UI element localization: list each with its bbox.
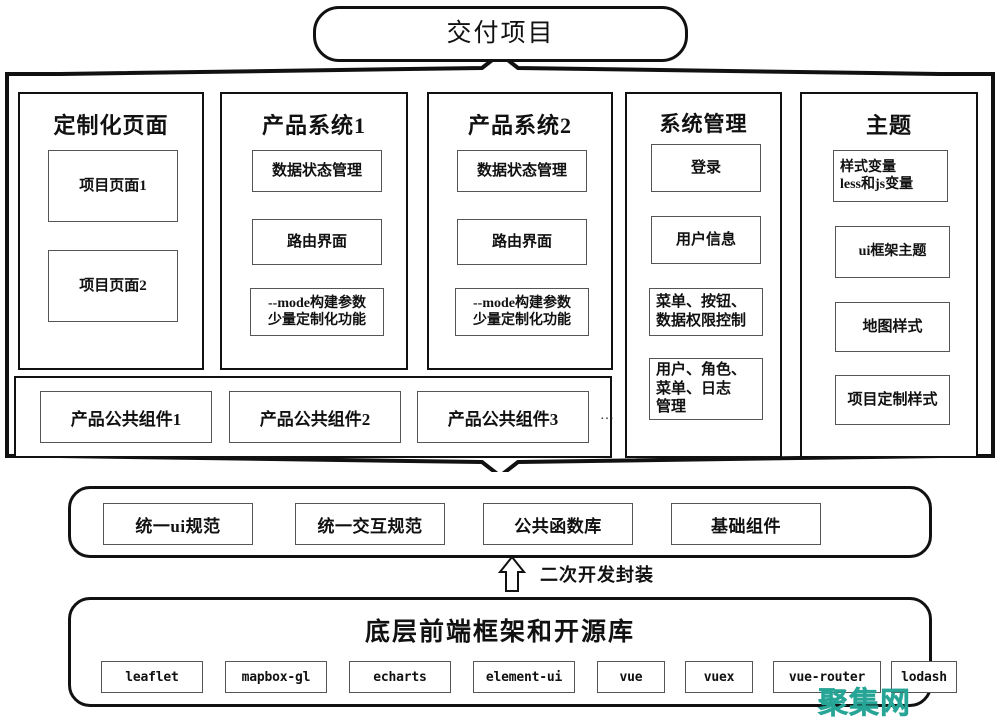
cell-router-view-1: 路由界面 [252, 219, 382, 265]
column-custom-pages: 定制化页面 项目页面1 项目页面2 [18, 92, 204, 370]
column-product-system-2: 产品系统2 数据状态管理 路由界面 --mode构建参数 少量定制化功能 [427, 92, 613, 370]
cell-login: 登录 [651, 144, 761, 192]
column-product-system-1: 产品系统1 数据状态管理 路由界面 --mode构建参数 少量定制化功能 [220, 92, 408, 370]
arrow-up-icon [497, 555, 527, 592]
shared-component-1: 产品公共组件1 [40, 391, 212, 443]
column-theme: 主题 样式变量 less和js变量 ui框架主题 地图样式 项目定制样式 [800, 92, 978, 458]
cell-style-variables: 样式变量 less和js变量 [833, 150, 948, 202]
shared-components-strip: 产品公共组件1 产品公共组件2 产品公共组件3 … [14, 376, 615, 458]
cell-mode-build-params-2: --mode构建参数 少量定制化功能 [455, 288, 589, 336]
library-vue: vue [597, 661, 665, 693]
bottom-layer-box: 底层前端框架和开源库 leaflet mapbox-gl echarts ele… [68, 597, 957, 707]
secondary-development-label: 二次开发封装 [540, 565, 654, 585]
library-element-ui: element-ui [473, 661, 575, 693]
cell-data-state-management-1: 数据状态管理 [252, 150, 382, 192]
architecture-diagram: 交付项目 定制化页面 项目页面1 项目页面2 产品系统1 数据状态管理 路由界面… [0, 0, 1000, 722]
library-leaflet: leaflet [101, 661, 203, 693]
cell-user-role-menu-log: 用户、角色、 菜单、日志 管理 [649, 358, 763, 420]
cell-project-page-2: 项目页面2 [48, 250, 178, 322]
cell-map-style: 地图样式 [835, 302, 950, 352]
delivery-project-box: 交付项目 [313, 6, 688, 62]
mid-item-unified-interaction-spec: 统一交互规范 [295, 503, 445, 545]
library-echarts: echarts [349, 661, 451, 693]
cell-router-view-2: 路由界面 [457, 219, 587, 265]
middle-layer-box: 统一ui规范 统一交互规范 公共函数库 基础组件 [68, 486, 932, 558]
shared-component-2: 产品公共组件2 [229, 391, 401, 443]
column-title-theme: 主题 [865, 113, 912, 138]
cell-data-state-management-2: 数据状态管理 [457, 150, 587, 192]
library-mapbox-gl: mapbox-gl [225, 661, 327, 693]
column-title-system-management: 系统管理 [659, 112, 748, 136]
column-title-product-system-1: 产品系统1 [261, 113, 366, 138]
delivery-project-label: 交付项目 [446, 20, 555, 48]
library-vuex: vuex [685, 661, 753, 693]
bottom-layer-title: 底层前端框架和开源库 [364, 619, 635, 646]
shared-component-3: 产品公共组件3 [417, 391, 589, 443]
column-title-product-system-2: 产品系统2 [467, 113, 572, 138]
shared-components-ellipsis: … [600, 408, 615, 423]
cell-ui-framework-theme: ui框架主题 [835, 226, 950, 278]
cell-mode-build-params-1: --mode构建参数 少量定制化功能 [250, 288, 384, 336]
mid-item-base-components: 基础组件 [671, 503, 821, 545]
watermark-logo: 聚集网 [818, 686, 911, 722]
column-title-custom-pages: 定制化页面 [53, 113, 169, 138]
column-system-management: 系统管理 登录 用户信息 菜单、按钮、 数据权限控制 用户、角色、 菜单、日志 … [625, 92, 782, 458]
cell-project-custom-style: 项目定制样式 [835, 375, 950, 425]
cell-project-page-1: 项目页面1 [48, 150, 178, 222]
cell-permission-control: 菜单、按钮、 数据权限控制 [649, 288, 763, 336]
mid-item-common-function-library: 公共函数库 [483, 503, 633, 545]
mid-item-unified-ui-spec: 统一ui规范 [103, 503, 253, 545]
cell-user-info: 用户信息 [651, 216, 761, 264]
